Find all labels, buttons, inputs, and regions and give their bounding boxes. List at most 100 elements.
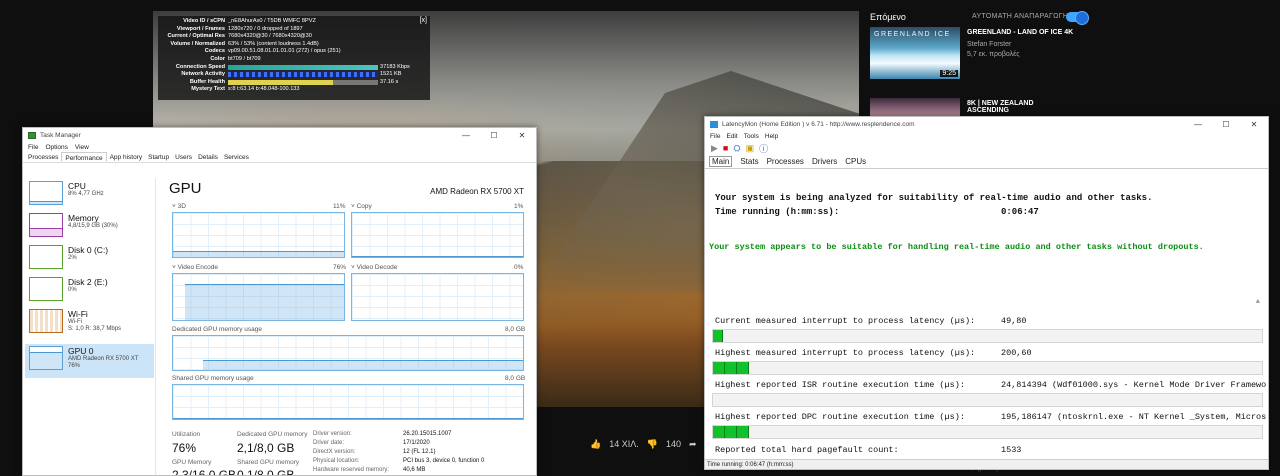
tab-drivers[interactable]: Drivers [812, 157, 837, 166]
bar-segment [737, 426, 749, 438]
info-key: Driver version: [313, 431, 352, 437]
tab-processes[interactable]: Processes [767, 157, 804, 166]
close-icon[interactable]: ✕ [1240, 120, 1268, 129]
tab-processes[interactable]: Processes [25, 152, 61, 162]
menu-options[interactable]: Options [45, 144, 67, 151]
tab-cpus[interactable]: CPUs [845, 157, 866, 166]
disk2-sparkline [29, 277, 63, 301]
nerds-row: Video ID / sCPN _nE8AhurAs0 / T5DB WMFC 8… [162, 18, 426, 26]
metric-bar [712, 393, 1263, 407]
autoplay-toggle[interactable] [1066, 11, 1089, 25]
maximize-icon[interactable]: ☐ [1212, 120, 1240, 129]
bar-segment [725, 362, 737, 374]
tab-main[interactable]: Main [709, 156, 733, 167]
close-icon[interactable]: ✕ [508, 131, 536, 140]
menu-file[interactable]: File [28, 144, 38, 151]
play-icon[interactable]: ▶ [711, 143, 718, 154]
device-name: GPU 0 [68, 346, 94, 356]
nerds-row: Codecs vp09.00.51.08.01.01.01.01 (272) / … [162, 48, 426, 56]
help-icon[interactable]: ⓘ [759, 142, 768, 155]
graph-copy [351, 212, 524, 258]
dislike-count: 140 [665, 439, 681, 449]
menu-tools[interactable]: Tools [744, 133, 759, 140]
dedicated-memory-stat-label: Dedicated GPU memory [237, 431, 308, 438]
thumbs-up-icon[interactable]: 👍 [590, 439, 601, 450]
driver-icon[interactable]: ⛭ [733, 143, 740, 154]
tab-app-history[interactable]: App history [107, 152, 146, 162]
dedicated-memory-max: 8,0 GB [505, 326, 526, 333]
tab-details[interactable]: Details [195, 152, 221, 162]
gpu-memory-value: 2,3/16,0 GB [172, 468, 237, 476]
graph-video-decode [351, 273, 524, 321]
stop-icon[interactable]: ■ [723, 143, 728, 153]
info-value: PCI bus 3, device 0, function 0 [403, 458, 485, 464]
dedicated-memory-stat-value: 2,1/8,0 GB [237, 441, 295, 455]
video-title[interactable]: 8K | NEW ZEALAND ASCENDING [967, 100, 1057, 114]
nerds-row: Mystery Text s:8 t:63.14 b:48.048-100.133 [162, 86, 426, 94]
engine-venc-label[interactable]: ˅ Video Encode [172, 264, 218, 271]
device-cpu[interactable]: CPU 8% 4,77 GHz [25, 179, 154, 213]
device-sub2: S: 1,0 R: 38,7 Mbps [68, 326, 122, 332]
nerds-row: Color bt709 / bt709 [162, 56, 426, 64]
nerds-value: bt709 / bt709 [228, 55, 261, 62]
tab-users[interactable]: Users [172, 152, 195, 162]
device-memory[interactable]: Memory 4,8/15,9 GB (30%) [25, 211, 154, 245]
window-title: LatencyMon (Home Edition ) v 6.71 - http… [722, 120, 915, 128]
video-thumbnail[interactable]: GREENLAND ICE 9:25 [870, 27, 960, 79]
menu-edit[interactable]: Edit [726, 133, 737, 140]
menu-view[interactable]: View [75, 144, 89, 151]
nerds-value: vp09.00.51.08.01.01.01.01 (272) / opus (… [228, 48, 341, 55]
video-title[interactable]: GREENLAND - LAND OF ICE 4K [967, 29, 1087, 36]
minimize-icon[interactable]: — [1184, 120, 1212, 129]
wifi-sparkline [29, 309, 63, 333]
task-manager-window: Task Manager — ☐ ✕ File Options View Proce… [22, 127, 537, 476]
device-list: CPU 8% 4,77 GHz Memory 4,8/15,9 GB (30%) D… [23, 178, 156, 475]
title-bar[interactable]: LatencyMon (Home Edition ) v 6.71 - http… [705, 117, 1268, 131]
share-icon[interactable]: ➦ [689, 439, 697, 450]
thumbs-down-icon[interactable]: 👎 [647, 439, 658, 450]
gpu-model-name: AMD Radeon RX 5700 XT [430, 187, 524, 196]
duration-badge: 9:25 [940, 70, 958, 77]
menu-help[interactable]: Help [765, 133, 778, 140]
device-wifi[interactable]: Wi-Fi Wi-Fi S: 1,0 R: 38,7 Mbps [25, 307, 154, 341]
engine-copy-label[interactable]: ˅ Copy [351, 203, 372, 210]
graph-dedicated-memory [172, 335, 524, 371]
tab-startup[interactable]: Startup [145, 152, 172, 162]
device-sub: 8% 4,77 GHz [68, 191, 104, 197]
scroll-up-icon[interactable]: ▲ [1256, 298, 1260, 306]
tab-performance[interactable]: Performance [61, 152, 107, 162]
nerds-key: Viewport / Frames [176, 25, 225, 32]
maximize-icon[interactable]: ☐ [480, 131, 508, 140]
info-value: 17/1/2020 [403, 440, 430, 446]
engine-venc-name: Video Encode [177, 264, 218, 271]
engine-copy-pct: 1% [514, 203, 524, 210]
graph-3d [172, 212, 345, 258]
metric-value: 24,814394 (Wdf01000.sys - Kernel Mode Dr… [1001, 380, 1267, 390]
tab-stats[interactable]: Stats [740, 157, 758, 166]
nerds-row: Viewport / Frames 1280x720 / 0 dropped of… [162, 26, 426, 34]
metric-bar [712, 329, 1263, 343]
engine-3d-label[interactable]: ˅ 3D [172, 203, 186, 210]
info-key: Driver date: [313, 440, 345, 446]
menu-file[interactable]: File [710, 133, 720, 140]
nerds-bar-value: 37183 Kbps [380, 63, 410, 70]
video-thumbnail[interactable] [870, 98, 960, 116]
tab-services[interactable]: Services [221, 152, 252, 162]
device-disk2[interactable]: Disk 2 (E:) 0% [25, 275, 154, 309]
analysis-status: Your system is being analyzed for suitab… [715, 193, 1153, 203]
device-disk0[interactable]: Disk 0 (C:) 2% [25, 243, 154, 277]
info-key: Hardware reserved memory: [313, 467, 390, 473]
engine-vdec-label[interactable]: ˅ Video Decode [351, 264, 397, 271]
nerds-key: Video ID / sCPN [183, 18, 225, 24]
minimize-icon[interactable]: — [452, 131, 480, 140]
device-name: Disk 2 (E:) [68, 277, 108, 287]
nerds-value: _nE8AhurAs0 / T5DB WMFC 8PVZ [228, 18, 316, 24]
channel-name[interactable]: Stefan Forster [967, 41, 1011, 48]
nerds-key: Volume / Normalized [170, 40, 225, 47]
device-gpu0[interactable]: GPU 0 AMD Radeon RX 5700 XT 76% [25, 344, 154, 378]
close-icon[interactable]: [x] [420, 17, 427, 24]
info-key: DirectX version: [313, 449, 356, 455]
processes-icon[interactable]: ▣ [746, 143, 755, 154]
device-name: Disk 0 (C:) [68, 245, 109, 255]
title-bar[interactable]: Task Manager — ☐ ✕ [23, 128, 536, 142]
